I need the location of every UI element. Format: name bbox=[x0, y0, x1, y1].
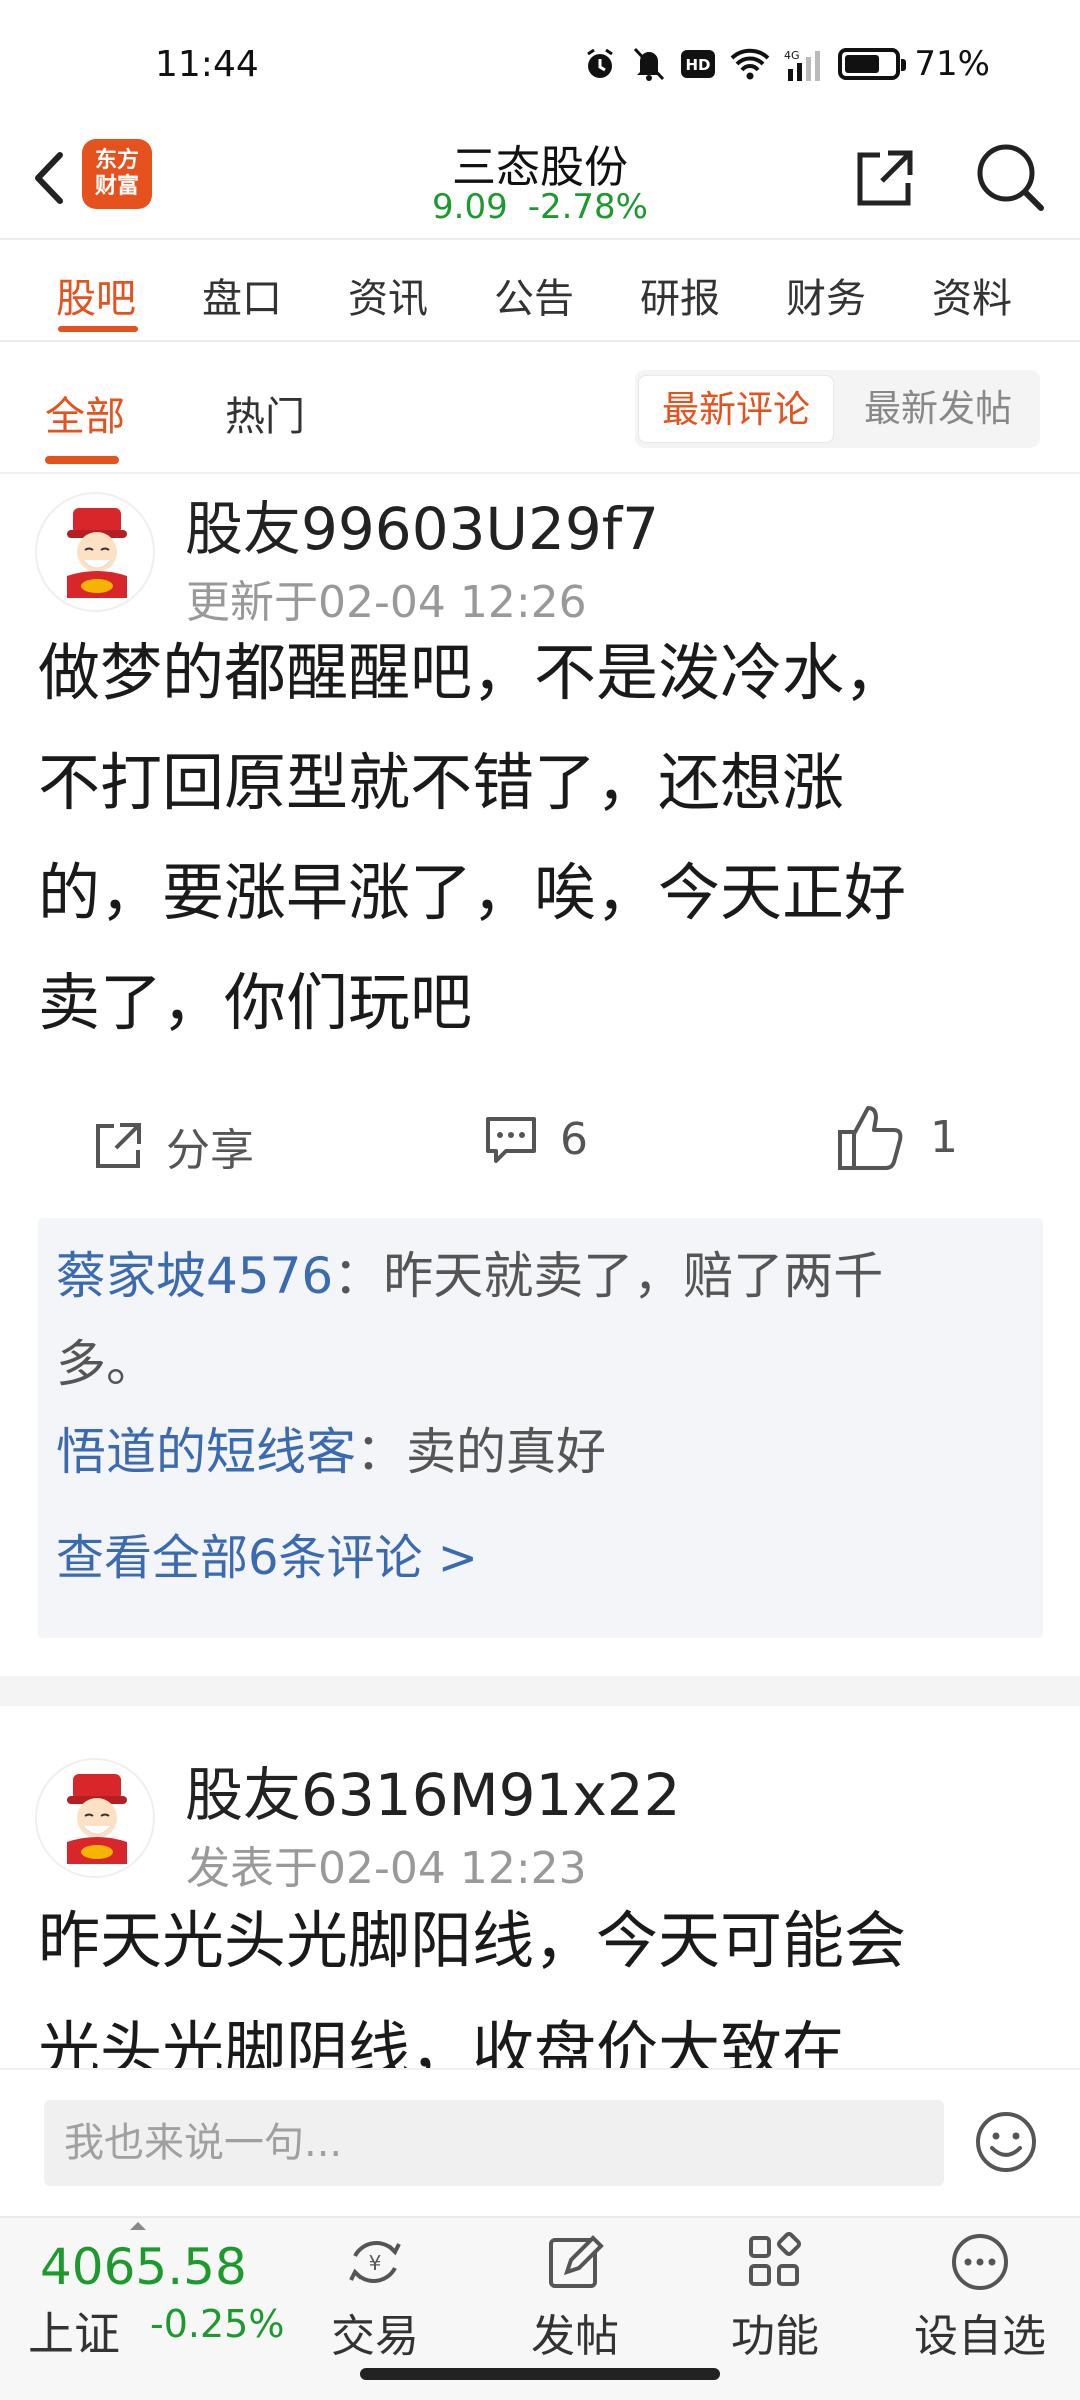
trade-icon: ¥ bbox=[349, 2241, 401, 2283]
post-content[interactable]: 昨天光头光脚阳线，今天可能会 光头光脚阴线，收盘价大致在 bbox=[38, 1886, 1048, 2068]
comment-preview-continued: 多。 bbox=[56, 1335, 156, 1393]
sub-tab-bar: 全部 热门 最新评论 最新发帖 bbox=[0, 344, 1080, 474]
compose-icon bbox=[549, 2235, 604, 2288]
nav-functions[interactable]: 功能 bbox=[695, 2232, 855, 2364]
post-content-line: 光头光脚阴线，收盘价大致在 bbox=[38, 2014, 845, 2068]
post-author[interactable]: 股友6316M91x22 bbox=[185, 1748, 681, 1832]
subtab-hot[interactable]: 热门 bbox=[225, 384, 305, 442]
tab-profile[interactable]: 资料 bbox=[932, 266, 1012, 324]
nav-trade-label: 交易 bbox=[331, 2311, 419, 2362]
home-indicator[interactable] bbox=[360, 2368, 720, 2380]
stock-quote: 9.09 -2.78% bbox=[0, 187, 1080, 227]
tab-active-indicator bbox=[58, 326, 138, 332]
share-out-icon[interactable] bbox=[852, 145, 918, 211]
emoji-icon[interactable] bbox=[974, 2110, 1038, 2174]
comment-text: ：昨天就卖了，赔了两千 bbox=[333, 1247, 884, 1305]
main-tab-bar: 股吧 盘口 资讯 公告 研报 财务 资料 bbox=[0, 242, 1080, 342]
wifi-icon bbox=[731, 48, 770, 80]
post-content-line: 不打回原型就不错了，还想涨 bbox=[38, 746, 845, 819]
mute-bell-icon bbox=[634, 47, 665, 81]
comment-input[interactable] bbox=[44, 2100, 944, 2186]
post-content-line: 的，要涨早涨了，唉，今天正好 bbox=[38, 856, 907, 929]
stock-change: -2.78% bbox=[527, 187, 648, 227]
index-name: 上证 bbox=[28, 2307, 120, 2361]
subtab-all[interactable]: 全部 bbox=[45, 384, 125, 442]
caret-up-icon bbox=[130, 2222, 146, 2230]
post-actions: 分享 6 1 bbox=[0, 1104, 1080, 1184]
status-icons: HD 4G 71% bbox=[582, 44, 990, 84]
battery-percent: 71% bbox=[914, 44, 990, 84]
comment-count: 6 bbox=[560, 1114, 588, 1165]
stock-price: 9.09 bbox=[432, 187, 508, 227]
post-content[interactable]: 做梦的都醒醒吧，不是泼冷水， 不打回原型就不错了，还想涨 的，要涨早涨了，唉，今… bbox=[38, 618, 1048, 1058]
comment-preview[interactable]: 悟道的短线客：卖的真好 bbox=[56, 1408, 1026, 1496]
avatar[interactable] bbox=[35, 1758, 155, 1878]
battery-icon bbox=[838, 48, 907, 80]
search-icon[interactable] bbox=[972, 139, 1048, 215]
fortune-god-avatar-icon bbox=[67, 508, 127, 598]
svg-text:HD: HD bbox=[686, 56, 711, 74]
share-button[interactable]: 分享 bbox=[92, 1114, 254, 1178]
like-button[interactable]: 1 bbox=[834, 1100, 958, 1174]
avatar[interactable] bbox=[35, 492, 155, 612]
alarm-icon bbox=[587, 48, 614, 78]
svg-text:4G: 4G bbox=[784, 49, 800, 62]
post-card[interactable]: 股友99603U29f7 更新于02-04 12:26 做梦的都醒醒吧，不是泼冷… bbox=[0, 474, 1080, 1674]
post-card[interactable]: 股友6316M91x22 发表于02-04 12:23 昨天光头光脚阳线，今天可… bbox=[0, 1722, 1080, 2068]
index-change: -0.25% bbox=[150, 2302, 285, 2346]
comment-user[interactable]: 蔡家坡4576 bbox=[56, 1247, 333, 1305]
comment-preview-box[interactable]: 蔡家坡4576：昨天就卖了，赔了两千 多。 悟道的短线客：卖的真好 查看全部6条… bbox=[38, 1218, 1043, 1638]
sort-toggle: 最新评论 最新发帖 bbox=[635, 370, 1040, 448]
comment-input-bar bbox=[0, 2068, 1080, 2216]
tab-guba[interactable]: 股吧 bbox=[56, 266, 136, 324]
signal-icon: 4G bbox=[784, 49, 821, 81]
nav-post-label: 发帖 bbox=[531, 2311, 619, 2362]
comment-icon bbox=[486, 1116, 536, 1163]
nav-functions-label: 功能 bbox=[731, 2311, 819, 2362]
status-time: 11:44 bbox=[155, 44, 259, 85]
fortune-god-avatar-icon bbox=[67, 1774, 127, 1864]
stock-name: 三态股份 bbox=[452, 142, 628, 193]
post-author[interactable]: 股友99603U29f7 bbox=[185, 482, 659, 566]
comment-user[interactable]: 悟道的短线客 bbox=[56, 1423, 356, 1481]
like-count: 1 bbox=[930, 1111, 958, 1163]
view-all-comments-link[interactable]: 查看全部6条评论 > bbox=[56, 1518, 478, 1588]
nav-add-watchlist-label: 设自选 bbox=[914, 2311, 1046, 2362]
nav-trade[interactable]: ¥ 交易 bbox=[295, 2232, 455, 2364]
tab-finance[interactable]: 财务 bbox=[786, 266, 866, 324]
share-icon bbox=[96, 1123, 141, 1168]
status-bar: 11:44 HD 4G 71% bbox=[0, 0, 1080, 125]
sort-latest-post-button[interactable]: 最新发帖 bbox=[840, 375, 1036, 443]
comment-button[interactable]: 6 bbox=[484, 1114, 588, 1165]
tab-research[interactable]: 研报 bbox=[640, 266, 720, 324]
post-content-line: 昨天光头光脚阳线，今天可能会 bbox=[38, 1904, 907, 1977]
nav-post[interactable]: 发帖 bbox=[495, 2232, 655, 2364]
grid-apps-icon bbox=[749, 2232, 802, 2286]
post-content-line: 做梦的都醒醒吧，不是泼冷水， bbox=[38, 636, 907, 709]
subtab-active-indicator bbox=[45, 456, 119, 464]
nav-add-watchlist[interactable]: 设自选 bbox=[900, 2232, 1060, 2364]
stock-header: 东方 财富 三态股份 9.09 -2.78% bbox=[0, 125, 1080, 240]
tab-pankou[interactable]: 盘口 bbox=[202, 266, 282, 324]
comment-preview[interactable]: 蔡家坡4576：昨天就卖了，赔了两千 bbox=[56, 1232, 1026, 1320]
sort-latest-comment-button[interactable]: 最新评论 bbox=[638, 375, 834, 443]
thumbs-up-icon bbox=[838, 1106, 903, 1170]
comment-text: ：卖的真好 bbox=[356, 1423, 606, 1481]
more-dots-icon bbox=[952, 2234, 1008, 2290]
index-value: 4065.58 bbox=[40, 2238, 247, 2296]
svg-text:¥: ¥ bbox=[369, 2251, 382, 2275]
tab-announcements[interactable]: 公告 bbox=[494, 266, 574, 324]
post-separator bbox=[0, 1676, 1080, 1706]
tab-news[interactable]: 资讯 bbox=[348, 266, 428, 324]
share-label: 分享 bbox=[166, 1125, 254, 1176]
hd-icon: HD bbox=[681, 50, 716, 78]
post-content-line: 卖了，你们玩吧 bbox=[38, 966, 473, 1039]
